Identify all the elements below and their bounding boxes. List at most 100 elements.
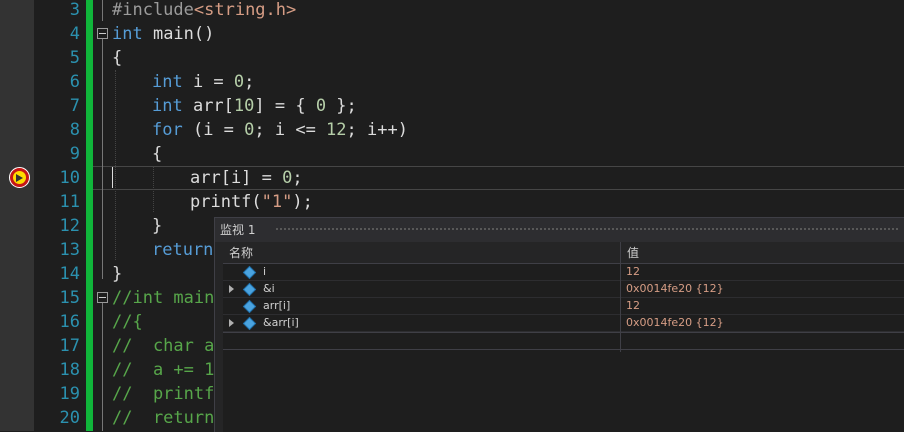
keyword: return bbox=[152, 240, 214, 260]
line-number: 10 bbox=[59, 168, 80, 188]
line-number: 7 bbox=[69, 96, 80, 116]
current-statement-arrow-icon bbox=[13, 171, 26, 184]
watch-name: &arr[i] bbox=[263, 316, 299, 329]
add-watch-row[interactable] bbox=[223, 332, 904, 350]
number-literal: 0 bbox=[244, 120, 255, 140]
code-line-14: } bbox=[112, 262, 122, 286]
code-text: ; bbox=[292, 168, 303, 188]
expand-arrow-icon[interactable] bbox=[229, 319, 234, 327]
number-literal: 10 bbox=[233, 96, 255, 116]
code-text: ; i++) bbox=[346, 120, 408, 140]
line-number: 11 bbox=[59, 192, 80, 212]
glyph-margin[interactable] bbox=[0, 0, 34, 431]
watch-value: 0x0014fe20 {12} bbox=[626, 282, 724, 295]
comment: // char a bbox=[112, 336, 215, 356]
code-line-6: int i = 0; bbox=[152, 70, 254, 94]
watch-row[interactable]: i 12 bbox=[223, 264, 904, 281]
watch-window[interactable]: 监视 1 名称 值 i 12 &i 0x0014fe20 {12} arr[i]… bbox=[214, 217, 904, 432]
code-line-3: #include<string.h> bbox=[112, 0, 296, 22]
code-line-9: { bbox=[152, 142, 162, 166]
code-text: } bbox=[152, 216, 163, 236]
line-number: 13 bbox=[59, 240, 80, 260]
code-line-13: return bbox=[152, 238, 213, 262]
breakpoint-current-statement-icon[interactable] bbox=[9, 167, 30, 188]
code-line-11: printf("1"); bbox=[190, 190, 313, 214]
drag-grip[interactable] bbox=[275, 227, 900, 232]
comment: //{ bbox=[112, 312, 143, 332]
code-line-8: for (i = 0; i <= 12; i++) bbox=[152, 118, 408, 142]
code-editor[interactable]: 3 4 5 6 7 8 9 10 11 12 13 14 15 16 17 18… bbox=[0, 0, 904, 432]
line-number: 4 bbox=[69, 24, 80, 44]
keyword: int bbox=[152, 96, 183, 116]
code-text: ] = { bbox=[254, 96, 316, 116]
code-line-12: } bbox=[152, 214, 162, 238]
collapse-icon[interactable] bbox=[97, 28, 108, 39]
indent-guide bbox=[153, 166, 155, 212]
watch-window-title: 监视 1 bbox=[220, 223, 256, 237]
code-text: i = bbox=[182, 72, 234, 92]
watch-window-title-bar[interactable]: 监视 1 bbox=[215, 218, 904, 242]
code-text: arr[ bbox=[182, 96, 234, 116]
code-text: } bbox=[112, 264, 123, 284]
watch-grid[interactable]: 名称 值 i 12 &i 0x0014fe20 {12} arr[i] 12 &… bbox=[223, 242, 904, 432]
comment: // printf bbox=[112, 384, 215, 404]
code-text: ); bbox=[292, 192, 313, 212]
watch-name: i bbox=[263, 265, 267, 278]
line-number: 6 bbox=[69, 72, 80, 92]
number-literal: 12 bbox=[326, 120, 347, 140]
watch-value: 12 bbox=[626, 265, 640, 278]
code-text: }; bbox=[326, 96, 357, 116]
line-number: 18 bbox=[59, 360, 80, 380]
code-line-20: // return bbox=[112, 406, 214, 430]
column-header-value[interactable]: 值 bbox=[620, 242, 904, 264]
code-text: (i = bbox=[182, 120, 245, 140]
code-line-16: //{ bbox=[112, 310, 143, 334]
collapse-icon[interactable] bbox=[97, 292, 108, 303]
line-number: 17 bbox=[59, 336, 80, 356]
indent-guide bbox=[115, 70, 117, 260]
change-tracking-bar bbox=[86, 0, 93, 431]
column-header-name[interactable]: 名称 bbox=[223, 242, 620, 264]
keyword: for bbox=[152, 120, 183, 140]
code-line-10: arr[i] = 0; bbox=[190, 166, 303, 190]
text-caret bbox=[112, 167, 113, 188]
code-line-4: int main() bbox=[112, 22, 214, 46]
code-text: arr[i] = bbox=[190, 168, 283, 188]
code-line-17: // char a bbox=[112, 334, 214, 358]
watch-name: &i bbox=[263, 282, 275, 295]
fold-guide bbox=[102, 303, 103, 431]
code-line-18: // a += 1 bbox=[112, 358, 214, 382]
watch-row[interactable]: &i 0x0014fe20 {12} bbox=[223, 281, 904, 298]
column-divider[interactable] bbox=[620, 242, 621, 352]
code-text: { bbox=[112, 48, 123, 68]
comment: //int main bbox=[112, 288, 215, 308]
line-number-gutter: 3 4 5 6 7 8 9 10 11 12 13 14 15 16 17 18… bbox=[34, 0, 84, 431]
number-literal: 0 bbox=[233, 72, 245, 92]
preprocessor-directive: #include bbox=[112, 0, 194, 20]
code-text: ; bbox=[244, 72, 255, 92]
keyword: int bbox=[152, 72, 183, 92]
code-text: ; i <= bbox=[254, 120, 327, 140]
keyword: int bbox=[112, 24, 143, 44]
variable-icon bbox=[242, 265, 257, 280]
fold-guide bbox=[102, 39, 103, 279]
line-number: 12 bbox=[59, 216, 80, 236]
include-header: <string.h> bbox=[193, 0, 297, 20]
line-number: 5 bbox=[69, 48, 80, 68]
fold-guide bbox=[102, 0, 103, 21]
watch-name: arr[i] bbox=[263, 299, 291, 312]
expand-arrow-icon[interactable] bbox=[229, 285, 234, 293]
line-number: 9 bbox=[69, 144, 80, 164]
variable-icon bbox=[242, 299, 257, 314]
comment: // a += 1 bbox=[112, 360, 215, 380]
watch-row[interactable]: arr[i] 12 bbox=[223, 298, 904, 315]
code-text: { bbox=[152, 144, 163, 164]
line-number: 8 bbox=[69, 120, 80, 140]
line-number: 16 bbox=[59, 312, 80, 332]
code-line-5: { bbox=[112, 46, 122, 70]
watch-value: 12 bbox=[626, 299, 640, 312]
watch-row[interactable]: &arr[i] 0x0014fe20 {12} bbox=[223, 315, 904, 332]
variable-icon bbox=[242, 316, 257, 331]
line-number: 14 bbox=[59, 264, 80, 284]
string-literal: "1" bbox=[261, 192, 293, 212]
